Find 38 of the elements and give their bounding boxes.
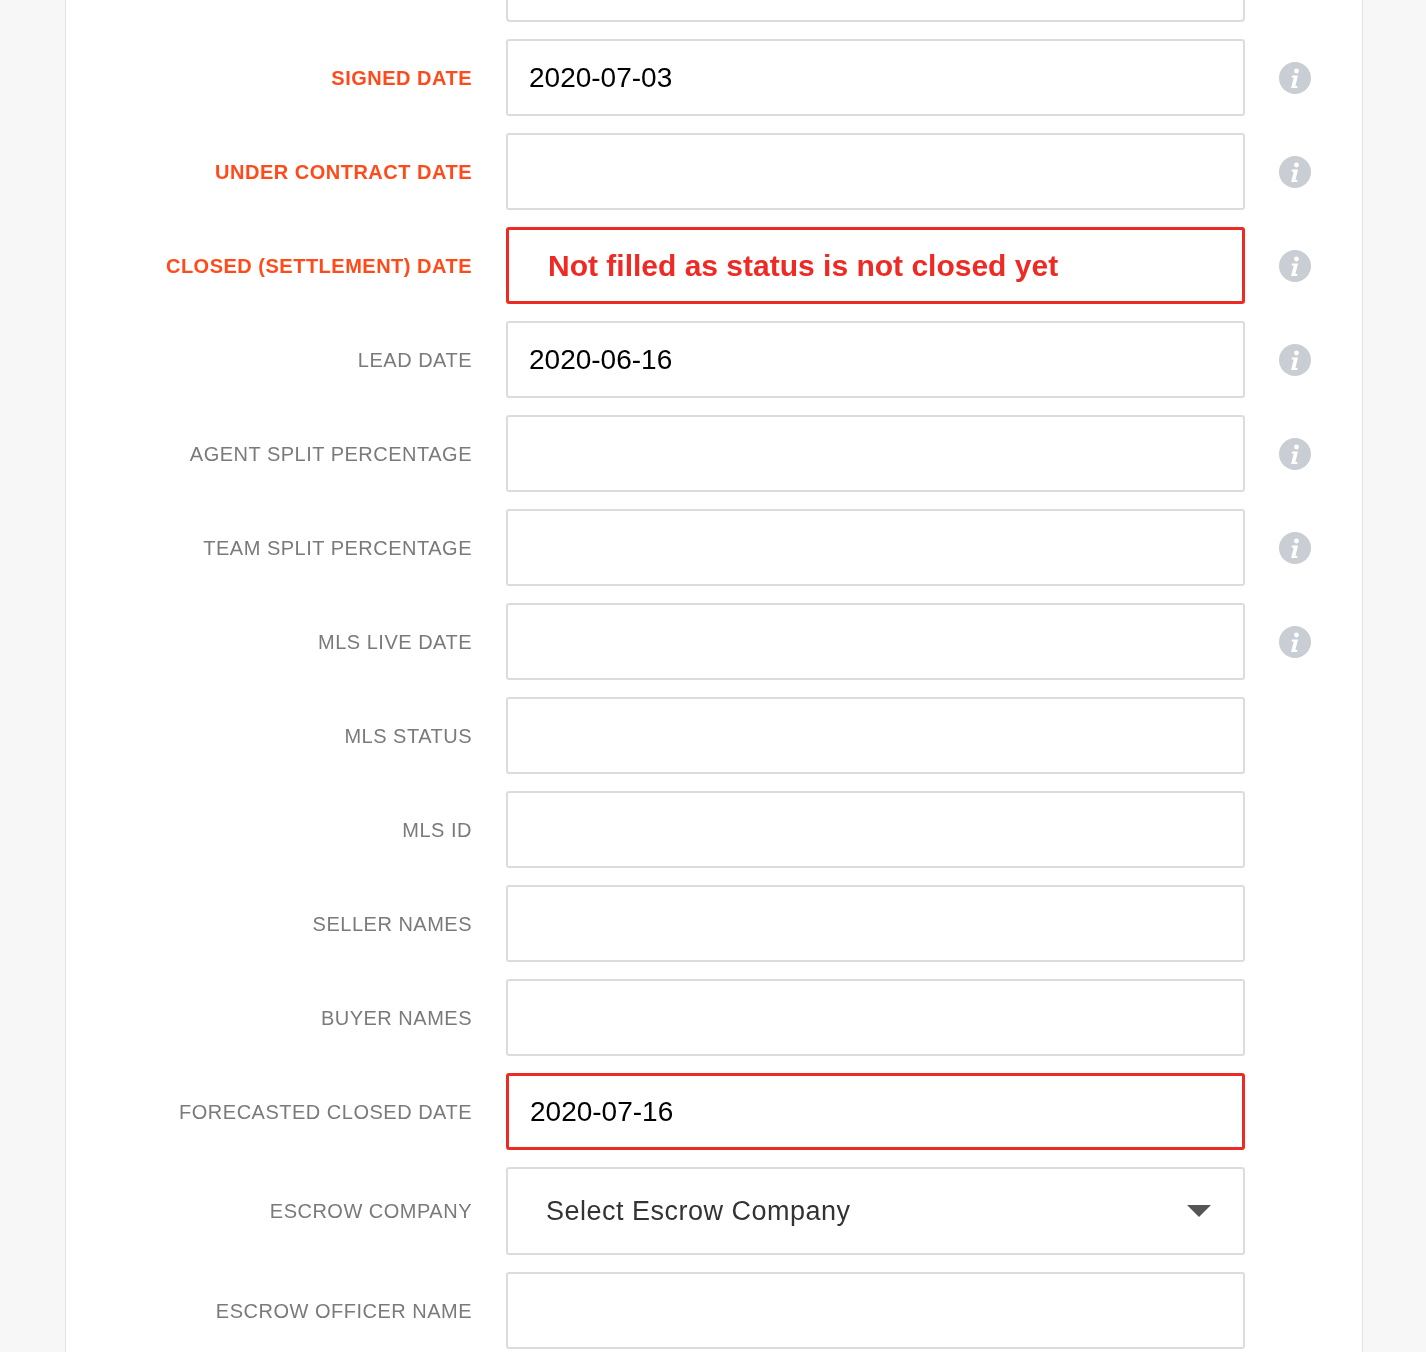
field-label: FORECASTED CLOSED DATE: [178, 1099, 472, 1125]
input-field[interactable]: [506, 415, 1245, 492]
escrow-company-dropdown[interactable]: Select Escrow Company: [506, 1167, 1245, 1255]
input-field[interactable]: [506, 509, 1245, 586]
input-field[interactable]: [506, 603, 1245, 680]
field-label: SIGNED DATE: [330, 65, 472, 91]
info-icon[interactable]: [1279, 61, 1311, 94]
input-field[interactable]: [506, 979, 1245, 1056]
info-icon[interactable]: [1279, 625, 1311, 658]
field-label: MLS STATUS: [343, 723, 472, 749]
field-label: ESCROW OFFICER NAME: [214, 1298, 472, 1324]
annotation-text: Not filled as status is not closed yet: [547, 248, 1059, 284]
field-label: UNDER CONTRACT DATE: [214, 159, 472, 185]
caret-icon: [1187, 1205, 1211, 1217]
info-icon[interactable]: [1279, 437, 1311, 470]
input-field[interactable]: [506, 885, 1245, 962]
input-field[interactable]: [506, 0, 1245, 22]
input-field[interactable]: Not filled as status is not closed yet: [506, 227, 1245, 304]
field-label: BUYER NAMES: [319, 1005, 472, 1031]
input-field[interactable]: 2020-07-03: [506, 39, 1245, 116]
info-icon[interactable]: [1279, 343, 1311, 376]
field-label: SELLER NAMES: [311, 911, 472, 937]
field-label: LEAD DATE: [356, 347, 472, 373]
field-label: CLOSED (SETTLEMENT) DATE: [164, 253, 472, 279]
input-field[interactable]: [506, 791, 1245, 868]
info-icon[interactable]: [1279, 249, 1311, 282]
input-field[interactable]: [506, 697, 1245, 774]
field-label: MLS ID: [401, 817, 472, 843]
input-field[interactable]: 2020-06-16: [506, 321, 1245, 398]
field-label: ESCROW COMPANY: [268, 1199, 472, 1224]
field-label: AGENT SPLIT PERCENTAGE: [188, 441, 472, 467]
input-field[interactable]: [506, 1272, 1245, 1349]
input-field[interactable]: 2020-07-16: [506, 1073, 1245, 1150]
field-label: MLS LIVE DATE: [317, 629, 472, 655]
info-icon[interactable]: [1279, 531, 1311, 564]
info-icon[interactable]: [1279, 155, 1311, 188]
field-label: TEAM SPLIT PERCENTAGE: [202, 535, 472, 561]
input-field[interactable]: [506, 133, 1245, 210]
